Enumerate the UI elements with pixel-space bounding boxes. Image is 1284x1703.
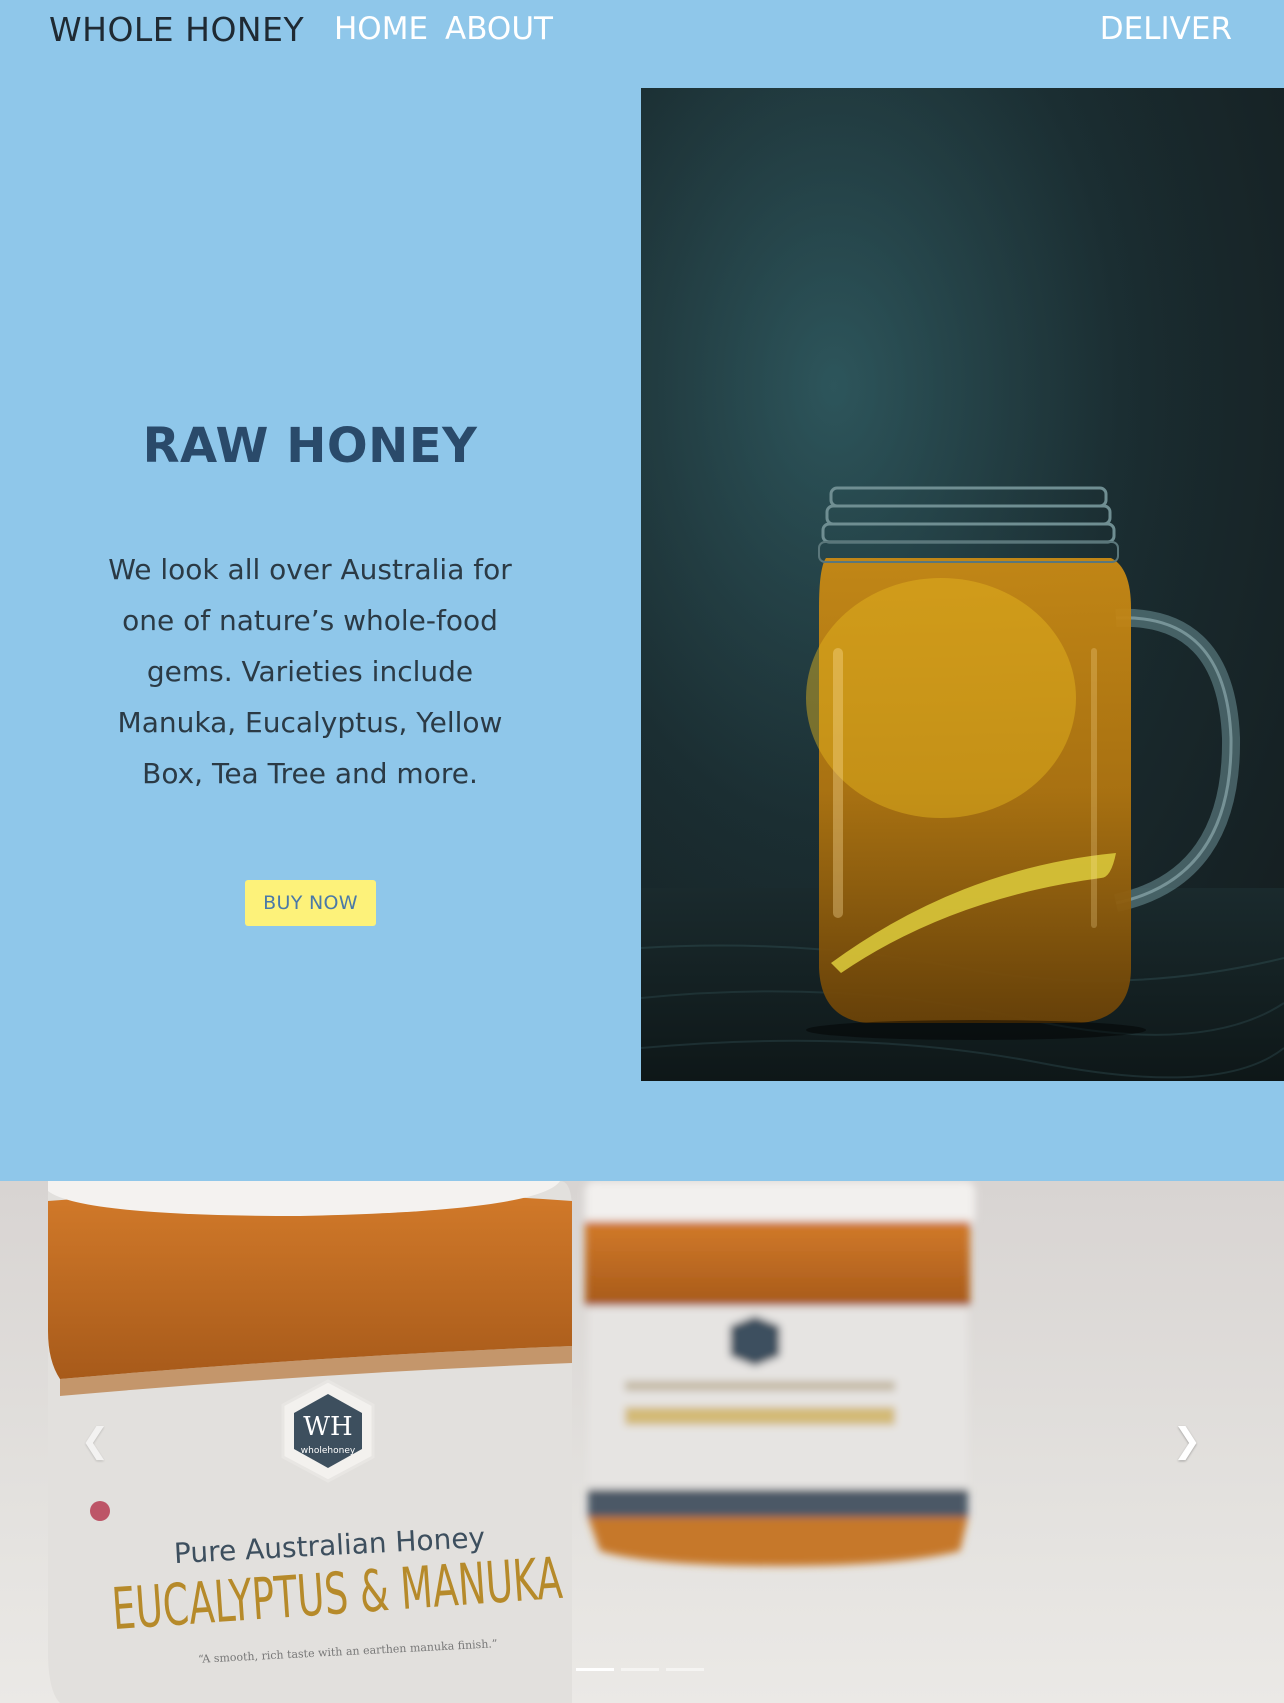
navbar: WHOLE HONEY HOME ABOUT DELIVER bbox=[0, 0, 1284, 62]
hero-section: RAW HONEY We look all over Australia for… bbox=[0, 88, 641, 1081]
jar-logo-text: WH bbox=[303, 1412, 352, 1442]
chevron-right-icon: ❯ bbox=[1172, 1421, 1202, 1461]
product-carousel: WH wholehoney Pure Australian Honey EUCA… bbox=[0, 1181, 1284, 1703]
nav-about-link[interactable]: ABOUT bbox=[445, 11, 553, 47]
nav-home-link[interactable]: HOME bbox=[334, 11, 428, 47]
carousel-prev-button[interactable]: ❮ bbox=[75, 1421, 115, 1461]
honey-jar-photo bbox=[641, 88, 1284, 1081]
buy-now-button[interactable]: BUY NOW bbox=[245, 880, 376, 926]
hero-description: We look all over Australia for one of na… bbox=[108, 553, 512, 790]
carousel-indicator-2[interactable] bbox=[621, 1668, 659, 1671]
carousel-next-button[interactable]: ❯ bbox=[1167, 1421, 1207, 1461]
honey-jars-photo: WH wholehoney Pure Australian Honey EUCA… bbox=[48, 1181, 975, 1703]
jar-logo-sub: wholehoney bbox=[301, 1446, 356, 1456]
carousel-indicator-3[interactable] bbox=[666, 1668, 704, 1671]
nav-deliver-link[interactable]: DELIVER bbox=[1100, 11, 1232, 47]
brand-logo[interactable]: WHOLE HONEY bbox=[49, 10, 304, 49]
carousel-indicators bbox=[576, 1668, 704, 1672]
hero-title: RAW HONEY bbox=[142, 418, 478, 474]
carousel-indicator-1[interactable] bbox=[576, 1668, 614, 1671]
chevron-left-icon: ❮ bbox=[80, 1421, 110, 1461]
hero-honey-jar-image bbox=[641, 88, 1284, 1081]
